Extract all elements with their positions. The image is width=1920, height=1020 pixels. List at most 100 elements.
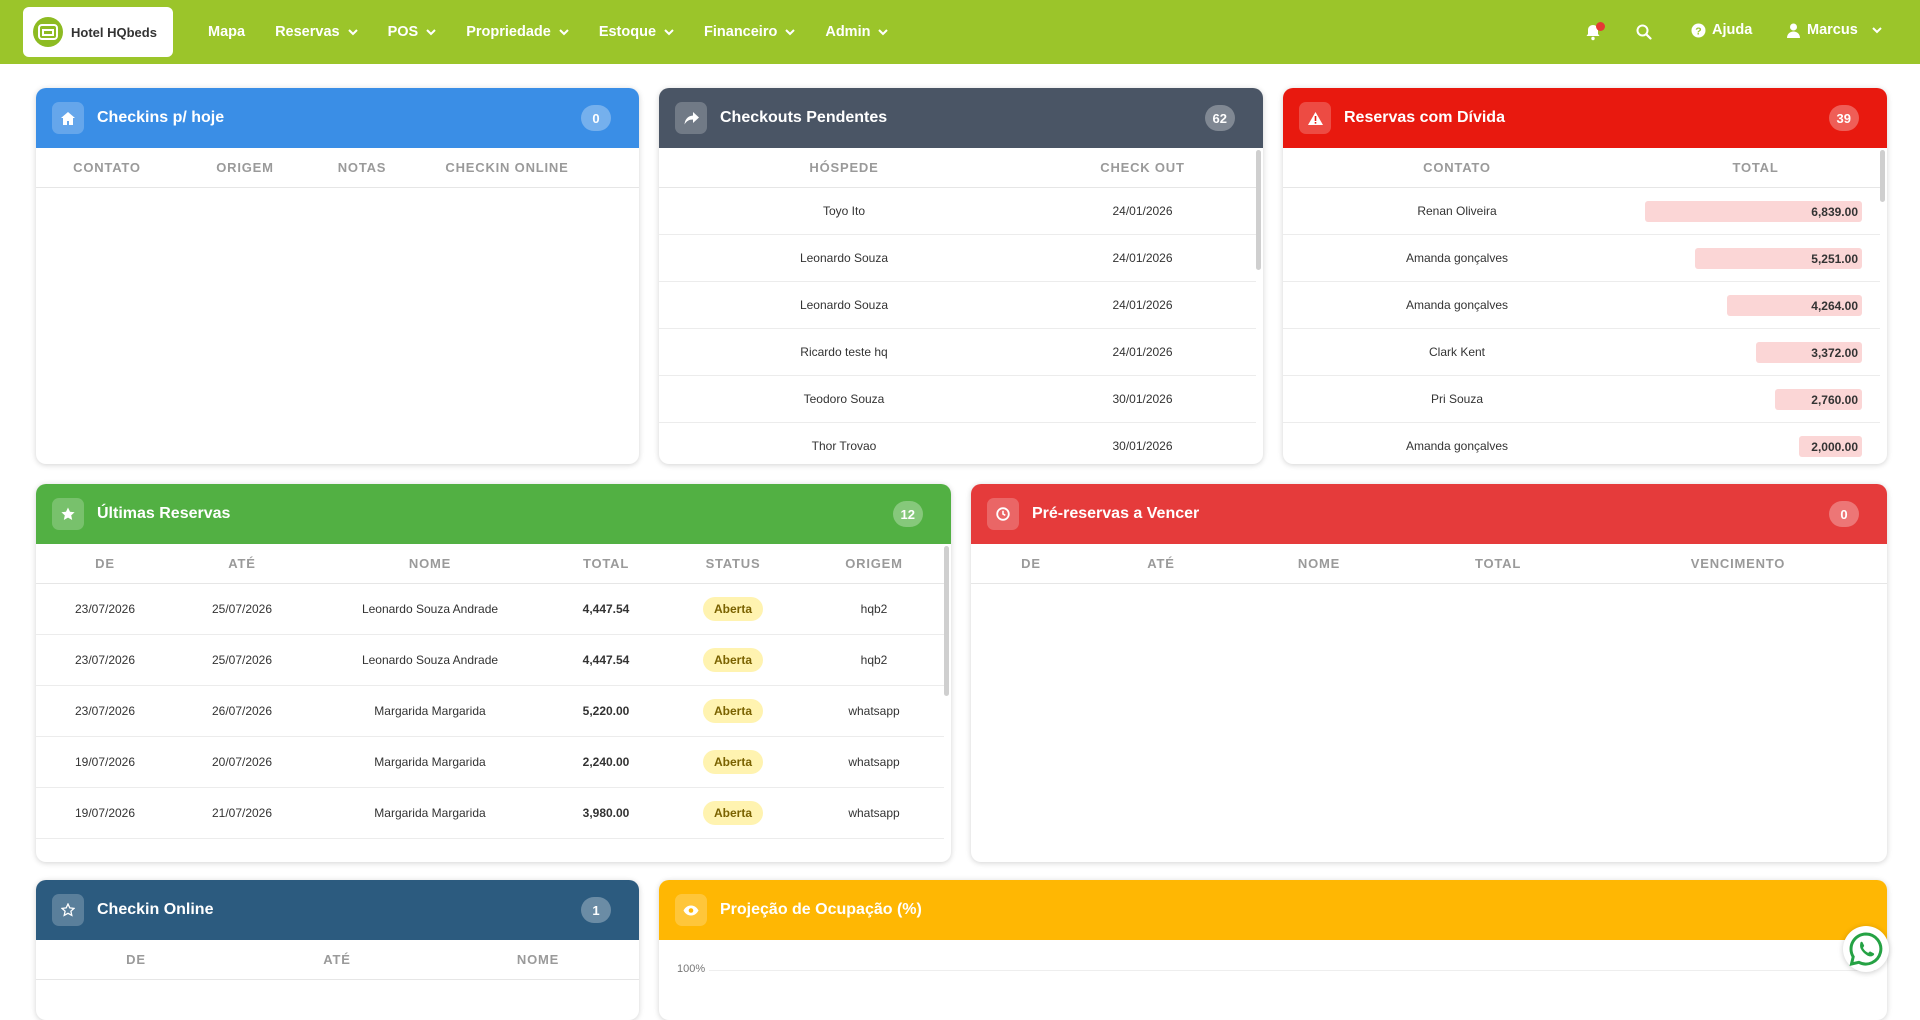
nav-item-financeiro[interactable]: Financeiro bbox=[704, 24, 796, 40]
origin: hqb2 bbox=[860, 653, 888, 667]
guest-name: Toyo Ito bbox=[822, 204, 866, 218]
reservation-total: 4,447.54 bbox=[582, 602, 630, 616]
whatsapp-icon bbox=[1848, 931, 1884, 967]
nav-item-label: POS bbox=[387, 24, 419, 40]
column-header[interactable]: CONTATO bbox=[1283, 160, 1631, 175]
search-icon[interactable] bbox=[1636, 24, 1652, 40]
table-row[interactable]: Thor Trovao 30/01/2026 bbox=[659, 423, 1256, 464]
status-cell: Aberta bbox=[662, 750, 804, 774]
eye-icon bbox=[675, 894, 707, 926]
share-icon bbox=[675, 102, 707, 134]
nav-item-admin[interactable]: Admin bbox=[825, 24, 889, 40]
checkouts-table-body: Toyo Ito 24/01/2026 Leonardo Souza 24/01/20… bbox=[659, 188, 1263, 464]
table-row[interactable]: Ricardo teste hq 24/01/2026 bbox=[659, 329, 1256, 376]
nav-item-mapa[interactable]: Mapa bbox=[208, 24, 245, 40]
column-header[interactable]: HÓSPEDE bbox=[659, 160, 1029, 175]
checkin-online-table-header: DE ATÉ NOME bbox=[36, 940, 639, 980]
guest-name: Leonardo Souza bbox=[799, 251, 889, 265]
nav-item-reservas[interactable]: Reservas bbox=[275, 24, 358, 40]
column-header[interactable]: CONTATO bbox=[36, 160, 178, 175]
column-header[interactable]: CHECK OUT bbox=[1029, 160, 1256, 175]
table-row[interactable]: 19/07/2026 21/07/2026 Margarida Margarida 3… bbox=[36, 788, 944, 839]
column-header[interactable]: ATÉ bbox=[174, 556, 310, 571]
prereservas-table-header: DE ATÉ NOME TOTAL VENCIMENTO bbox=[971, 544, 1887, 584]
date-from: 23/07/2026 bbox=[74, 602, 136, 616]
checkins-table-header: CONTATO ORIGEM NOTAS CHECKIN ONLINE bbox=[36, 148, 639, 188]
table-row[interactable]: 19/07/2026 20/07/2026 Margarida Margarida 2… bbox=[36, 737, 944, 788]
column-header[interactable]: DE bbox=[36, 556, 174, 571]
prereservas-count-badge: 0 bbox=[1829, 501, 1859, 527]
column-header[interactable]: TOTAL bbox=[1407, 556, 1589, 571]
brand-button[interactable]: Hotel HQbeds bbox=[23, 7, 173, 57]
table-row[interactable]: Renan Oliveira 6,839.00 bbox=[1283, 188, 1880, 235]
table-row[interactable]: Amanda gonçalves 4,264.00 bbox=[1283, 282, 1880, 329]
debts-title: Reservas com Dívida bbox=[1344, 109, 1505, 126]
column-header[interactable]: DE bbox=[971, 556, 1091, 571]
contact-name: Amanda gonçalves bbox=[1405, 439, 1509, 453]
status-cell: Aberta bbox=[662, 801, 804, 825]
column-header[interactable]: ATÉ bbox=[1091, 556, 1231, 571]
nav-item-propriedade[interactable]: Propriedade bbox=[466, 24, 569, 40]
checkin-online-header: Checkin Online 1 bbox=[36, 880, 639, 940]
checkouts-count-badge: 62 bbox=[1204, 105, 1235, 131]
column-header[interactable]: CHECKIN ONLINE bbox=[412, 160, 602, 175]
column-header[interactable]: DE bbox=[36, 952, 236, 967]
origin: hqb2 bbox=[860, 602, 888, 616]
checkout-date: 24/01/2026 bbox=[1112, 251, 1173, 265]
column-header[interactable]: ORIGEM bbox=[804, 556, 944, 571]
column-header[interactable]: NOTAS bbox=[312, 160, 412, 175]
table-row[interactable]: Leonardo Souza 24/01/2026 bbox=[659, 235, 1256, 282]
nav-item-pos[interactable]: POS bbox=[388, 24, 437, 40]
star-outline-icon bbox=[52, 894, 84, 926]
svg-text:?: ? bbox=[1695, 25, 1701, 37]
contact-name: Clark Kent bbox=[1428, 345, 1486, 359]
debts-scrollbar[interactable] bbox=[1880, 150, 1885, 202]
checkins-count-badge: 0 bbox=[581, 105, 611, 131]
whatsapp-button[interactable] bbox=[1843, 926, 1889, 972]
table-row[interactable]: Pri Souza 2,760.00 bbox=[1283, 376, 1880, 423]
column-header[interactable]: VENCIMENTO bbox=[1589, 556, 1887, 571]
top-navbar: Hotel HQbeds Mapa Reservas POS Propriedade E… bbox=[0, 0, 1920, 64]
table-row[interactable]: Amanda gonçalves 5,251.00 bbox=[1283, 235, 1880, 282]
nav-item-estoque[interactable]: Estoque bbox=[599, 24, 674, 40]
table-row[interactable]: 23/07/2026 26/07/2026 Margarida Margarida 5… bbox=[36, 686, 944, 737]
column-header[interactable]: ORIGEM bbox=[178, 160, 312, 175]
checkouts-header: Checkouts Pendentes 62 bbox=[659, 88, 1263, 148]
user-menu[interactable]: Marcus bbox=[1787, 22, 1882, 38]
column-header[interactable]: ATÉ bbox=[236, 952, 438, 967]
reservation-total: 3,980.00 bbox=[582, 806, 630, 820]
date-to: 21/07/2026 bbox=[211, 806, 273, 820]
column-header[interactable]: STATUS bbox=[662, 556, 804, 571]
checkouts-title: Checkouts Pendentes bbox=[720, 109, 888, 126]
debt-total: 2,760.00 bbox=[1811, 392, 1858, 407]
table-row[interactable]: 23/07/2026 25/07/2026 Leonardo Souza Andra… bbox=[36, 635, 944, 686]
column-header[interactable]: NOME bbox=[310, 556, 550, 571]
clock-icon bbox=[987, 498, 1019, 530]
brand-name: Hotel HQbeds bbox=[71, 24, 157, 40]
table-row[interactable]: Amanda gonçalves 2,000.00 bbox=[1283, 423, 1880, 464]
guest-name: Ricardo teste hq bbox=[800, 345, 888, 359]
main-menu: Mapa Reservas POS Propriedade Estoque Finance… bbox=[208, 0, 918, 64]
ultimas-header: Últimas Reservas 12 bbox=[36, 484, 951, 544]
column-header[interactable]: TOTAL bbox=[550, 556, 662, 571]
table-row[interactable]: Toyo Ito 24/01/2026 bbox=[659, 188, 1256, 235]
guest-name: Margarida Margarida bbox=[374, 806, 486, 820]
user-icon bbox=[1787, 23, 1800, 38]
ultimas-scrollbar[interactable] bbox=[944, 546, 949, 696]
debts-card: Reservas com Dívida 39 CONTATO TOTAL Ren… bbox=[1283, 88, 1887, 464]
notifications-bell-icon[interactable] bbox=[1584, 22, 1605, 41]
help-button[interactable]: ? Ajuda bbox=[1691, 22, 1752, 38]
date-to: 25/07/2026 bbox=[211, 602, 273, 616]
column-header[interactable]: TOTAL bbox=[1631, 160, 1880, 175]
checkouts-scrollbar[interactable] bbox=[1256, 150, 1261, 270]
table-row[interactable]: Leonardo Souza 24/01/2026 bbox=[659, 282, 1256, 329]
table-row[interactable]: 23/07/2026 25/07/2026 Leonardo Souza Andra… bbox=[36, 584, 944, 635]
table-row[interactable]: Teodoro Souza 30/01/2026 bbox=[659, 376, 1256, 423]
status-cell: Aberta bbox=[662, 648, 804, 672]
column-header[interactable]: NOME bbox=[438, 952, 638, 967]
ultimas-table-header: DE ATÉ NOME TOTAL STATUS ORIGEM bbox=[36, 544, 944, 584]
column-header[interactable]: NOME bbox=[1231, 556, 1407, 571]
projecao-header: Projeção de Ocupação (%) bbox=[659, 880, 1887, 940]
table-row[interactable]: Clark Kent 3,372.00 bbox=[1283, 329, 1880, 376]
prereservas-card: Pré-reservas a Vencer 0 DE ATÉ NOME TOTA… bbox=[971, 484, 1887, 862]
